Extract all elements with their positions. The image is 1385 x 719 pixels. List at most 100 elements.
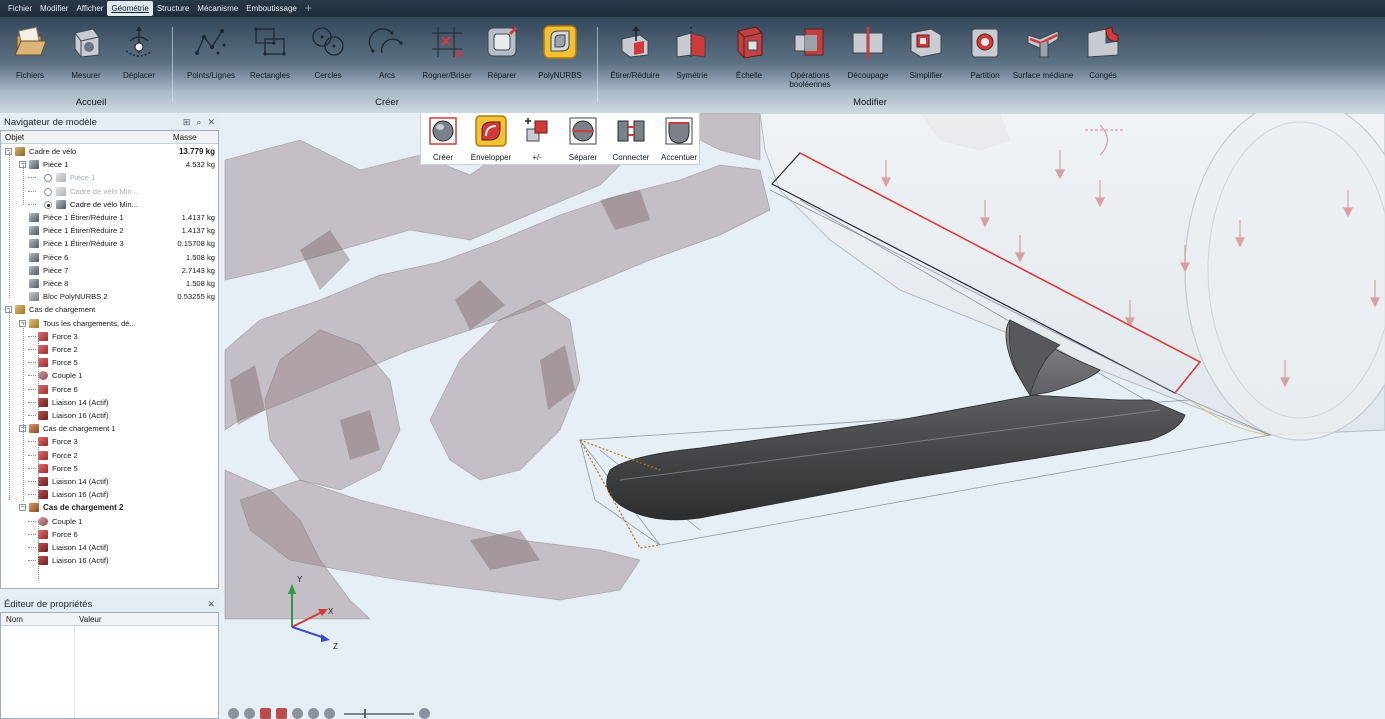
arcs-icon [368,28,403,54]
col-valeur[interactable]: Valeur [79,615,102,624]
menu-emboutissage[interactable]: Emboutissage [242,1,301,16]
collapse-toggle-icon[interactable]: − [19,504,26,512]
constraint-icon [38,543,48,552]
view-zoom-icon[interactable] [292,708,303,719]
menu-afficher[interactable]: Afficher [72,1,107,16]
tree-row[interactable]: Pièce 1 Étirer/Réduire 1 1.4137 kg [1,211,218,224]
tool-conges[interactable]: Congés [1068,23,1138,80]
view-section-icon[interactable] [260,708,271,719]
close-icon[interactable]: ✕ [207,599,215,610]
points-lines-icon [195,29,226,55]
tree-mass: 1.4137 kg [181,213,215,222]
mini-tool-connecter[interactable]: Connecter [609,115,653,162]
tree-row[interactable]: Force 5 [1,356,218,369]
tree-row[interactable]: Couple 1 [1,515,218,528]
view-settings-icon[interactable] [324,708,335,719]
properties-title-bar: Éditeur de propriétés ✕ [0,596,219,612]
tree-label: Force 3 [52,331,78,341]
search-icon[interactable]: ⌕ [196,117,201,128]
view-pan-icon[interactable] [244,708,255,719]
tree-row[interactable]: Liaison 14 (Actif) [1,475,218,488]
view-rotate-icon[interactable] [228,708,239,719]
tree-guide [28,494,36,496]
col-objet[interactable]: Objet [5,133,24,142]
view-display-icon[interactable] [276,708,287,719]
tree-row[interactable]: Bloc PolyNURBS 2 0.53255 kg [1,290,218,303]
tree-row[interactable]: − Cas de chargement 1 [1,422,218,435]
tree-label: Pièce 1 Étirer/Réduire 1 [43,213,124,222]
tree-row[interactable]: Cadre de vélo Min... [1,185,218,198]
tree-row[interactable]: Force 6 [1,383,218,396]
add-tab-button[interactable]: + [301,1,316,16]
rectangles-icon [254,27,286,56]
tree-row[interactable]: Liaison 14 (Actif) [1,396,218,409]
tree-row[interactable]: − Cadre de vélo 13.779 kg [1,145,218,158]
tree-row[interactable]: Cadre de vélo Min... [1,198,218,211]
model-tree: − Cadre de vélo 13.779 kg − Pièce 1 4.532 kg P… [1,145,218,585]
partition-icon [971,28,999,58]
mini-tool-creer[interactable]: Créer [421,115,465,162]
tree-row[interactable]: Liaison 16 (Actif) [1,554,218,567]
tree-guide [28,520,36,522]
tree-row[interactable]: Liaison 16 (Actif) [1,488,218,501]
tree-row[interactable]: Force 3 [1,330,218,343]
tree-row[interactable]: Pièce 8 1.508 kg [1,277,218,290]
tree-guide [28,177,36,179]
split-icon [852,27,884,59]
tree-mass: 1.508 kg [185,279,215,288]
tree-row[interactable]: Force 5 [1,462,218,475]
tree-label: Pièce 1 [70,173,96,183]
tree-guide [28,547,36,548]
tree-row[interactable]: − Pièce 1 4.532 kg [1,158,218,171]
tree-row[interactable]: − Cas de chargement [1,303,218,316]
variant-radio[interactable] [44,174,52,183]
tree-row[interactable]: Force 2 [1,343,218,356]
tree-view-icon[interactable]: ⊞ [183,117,191,128]
tree-row[interactable]: Pièce 1 [1,171,218,184]
menu-modifier[interactable]: Modifier [36,1,72,16]
tree-guide [38,521,39,579]
view-options-icon[interactable] [419,708,430,719]
move-icon [125,26,153,57]
tree-row[interactable]: − Tous les chargements, dé... [1,317,218,330]
col-nom[interactable]: Nom [6,615,23,624]
mini-tool-envelopper[interactable]: Envelopper [469,115,513,162]
mini-tool-accentuer[interactable]: Accentuer [657,115,701,162]
tree-label: Pièce 1 Étirer/Réduire 3 [43,239,124,249]
variant-radio[interactable] [44,187,52,196]
menu-mecanisme[interactable]: Mécanisme [193,1,242,16]
tree-row[interactable]: − Cas de chargement 2 [1,501,218,514]
tool-deplacer[interactable]: Déplacer [104,23,174,80]
tree-row[interactable]: Pièce 1 Étirer/Réduire 3 0.15708 kg [1,237,218,250]
polynurbs-icon [29,292,39,302]
tree-row[interactable]: Liaison 14 (Actif) [1,541,218,554]
menu-fichier[interactable]: Fichier [4,1,36,16]
tree-guide [38,442,39,504]
menu-geometrie[interactable]: Géométrie [107,1,153,16]
scale-icon [737,26,763,59]
ribbon-separator [172,27,173,102]
trim-break-icon [432,27,463,58]
separate-icon [569,117,597,145]
menu-structure[interactable]: Structure [153,1,193,16]
tree-row[interactable]: Force 6 [1,528,218,541]
tree-row[interactable]: Pièce 6 1.508 kg [1,251,218,264]
close-icon[interactable]: ✕ [207,117,215,128]
variant-radio[interactable] [44,200,52,209]
tree-row[interactable]: Pièce 7 2.7143 kg [1,264,218,277]
tree-row[interactable]: Force 3 [1,435,218,448]
col-masse[interactable]: Masse [173,133,197,142]
tool-echelle[interactable]: Échelle [714,23,784,80]
tree-guide [28,388,36,390]
tool-polynurbs[interactable]: PolyNURBS [525,23,595,80]
tree-guide [9,310,10,500]
mini-tool-separer[interactable]: Séparer [561,115,605,162]
part-icon [29,252,39,262]
tree-row[interactable]: Couple 1 [1,369,218,382]
tree-row[interactable]: Liaison 16 (Actif) [1,409,218,422]
view-fit-icon[interactable] [308,708,319,719]
tree-row[interactable]: Force 2 [1,449,218,462]
transparency-slider[interactable] [344,708,414,718]
tree-row[interactable]: Pièce 1 Étirer/Réduire 2 1.4137 kg [1,224,218,237]
mini-tool-plus-minus[interactable]: +/- [515,115,559,162]
